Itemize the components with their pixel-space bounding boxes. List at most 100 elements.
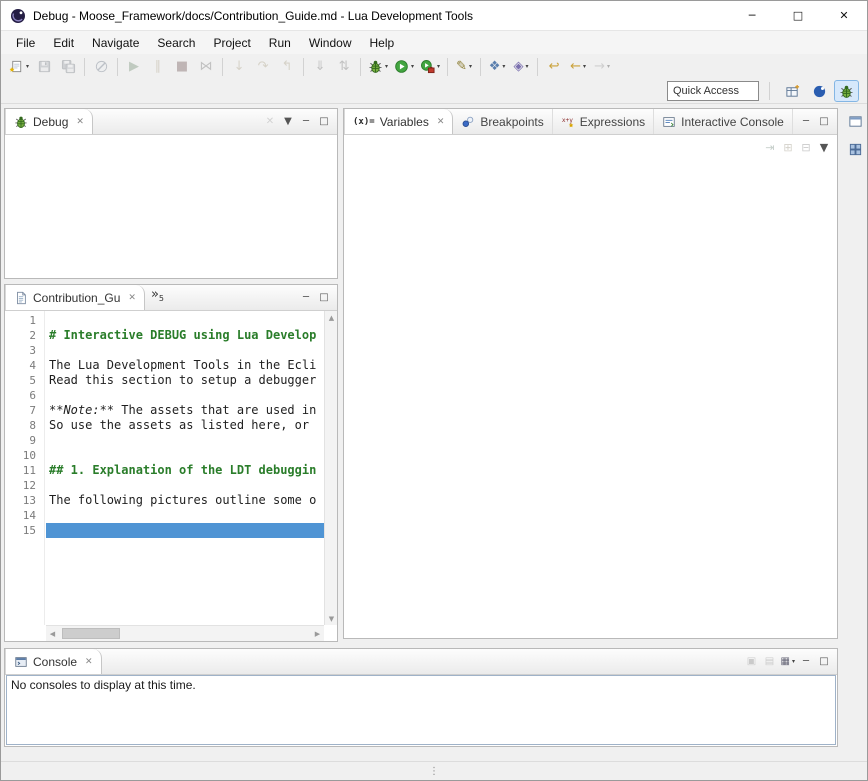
editor-vertical-scrollbar[interactable]: ▲ ▼ <box>324 311 337 625</box>
pin-console-button[interactable]: ▣ <box>743 653 761 671</box>
show-type-names-button[interactable]: ⇥ <box>761 138 779 156</box>
window-maximize-button[interactable]: □ <box>775 1 821 30</box>
line-number[interactable]: 14 <box>5 508 44 523</box>
dropdown-arrow-icon[interactable]: ▾ <box>502 63 505 70</box>
line-number[interactable]: 9 <box>5 433 44 448</box>
back-button[interactable]: ←▾ <box>567 56 589 78</box>
tab-breakpoints[interactable]: Breakpoints <box>453 109 552 134</box>
mark-occurrences-button[interactable]: ✎▾ <box>453 56 475 78</box>
suspend-button[interactable]: ∥ <box>147 56 169 78</box>
window-minimize-button[interactable]: ─ <box>729 1 775 30</box>
debug-button[interactable]: ▾ <box>366 56 390 78</box>
disconnect-button[interactable]: ⋈ <box>195 56 217 78</box>
collapse-all-button[interactable]: ⊟ <box>797 138 815 156</box>
code-line-1[interactable] <box>46 313 324 328</box>
dropdown-arrow-icon[interactable]: ▾ <box>792 658 795 665</box>
display-selected-console-button[interactable]: ▤ <box>761 653 779 671</box>
view-menu-button[interactable]: ▼ <box>279 113 297 131</box>
drop-to-frame-button[interactable]: ⇓ <box>309 56 331 78</box>
save-button[interactable] <box>33 56 55 78</box>
menu-project[interactable]: Project <box>204 33 259 53</box>
forward-button[interactable]: →▾ <box>591 56 613 78</box>
external-tools-button[interactable]: ▾ <box>418 56 442 78</box>
line-number[interactable]: 13 <box>5 493 44 508</box>
scroll-up-icon[interactable]: ▲ <box>325 311 338 324</box>
tab-interactive-console[interactable]: Interactive Console <box>654 109 793 134</box>
minimize-button[interactable]: ─ <box>797 113 815 131</box>
tab-expressions[interactable]: Expressions <box>553 109 654 134</box>
code-line-11[interactable]: ## 1. Explanation of the LDT debuggin <box>46 463 324 478</box>
new-lua-file-button[interactable]: ❖▾ <box>486 56 508 78</box>
menu-edit[interactable]: Edit <box>44 33 83 53</box>
tab-variables[interactable]: (x)=Variables✕ <box>344 109 453 134</box>
code-line-6[interactable] <box>46 388 324 403</box>
scroll-left-icon[interactable]: ◀ <box>46 627 59 640</box>
dropdown-arrow-icon[interactable]: ▾ <box>607 63 610 70</box>
line-number[interactable]: 3 <box>5 343 44 358</box>
lua-perspective-button[interactable] <box>807 80 832 102</box>
minimize-button[interactable]: ─ <box>297 289 315 307</box>
code-line-10[interactable] <box>46 448 324 463</box>
code-line-12[interactable] <box>46 478 324 493</box>
line-number[interactable]: 10 <box>5 448 44 463</box>
quick-access-input[interactable]: Quick Access <box>667 81 759 101</box>
show-logical-structures-button[interactable]: ⊞ <box>779 138 797 156</box>
code-line-13[interactable]: The following pictures outline some o <box>46 493 324 508</box>
skip-all-breakpoints-button[interactable] <box>90 56 112 78</box>
use-step-filters-button[interactable]: ⇅ <box>333 56 355 78</box>
line-number-ruler[interactable]: 123456789101112131415 <box>5 311 45 625</box>
tab-close-icon[interactable]: ✕ <box>128 293 136 303</box>
dropdown-arrow-icon[interactable]: ▾ <box>26 63 29 70</box>
menu-navigate[interactable]: Navigate <box>83 33 148 53</box>
maximize-button[interactable]: □ <box>315 289 333 307</box>
scrollbar-thumb[interactable] <box>62 628 120 639</box>
tab-contribution-guide[interactable]: Contribution_Gu ✕ <box>5 285 145 310</box>
code-line-3[interactable] <box>46 343 324 358</box>
minimize-button[interactable]: ─ <box>297 113 315 131</box>
scroll-right-icon[interactable]: ▶ <box>311 627 324 640</box>
line-number[interactable]: 11 <box>5 463 44 478</box>
step-into-button[interactable]: ↓ <box>228 56 250 78</box>
menu-window[interactable]: Window <box>300 33 361 53</box>
new-wizard-button[interactable]: ▾ <box>7 56 31 78</box>
open-console-button[interactable]: ▦▾ <box>779 653 797 671</box>
minimize-button[interactable]: ─ <box>797 653 815 671</box>
line-number[interactable]: 8 <box>5 418 44 433</box>
dropdown-arrow-icon[interactable]: ▾ <box>469 63 472 70</box>
resize-grip[interactable]: ⋮ <box>429 766 439 777</box>
code-line-7[interactable]: **Note:** The assets that are used in <box>46 403 324 418</box>
scroll-down-icon[interactable]: ▼ <box>325 612 338 625</box>
tab-close-icon[interactable]: ✕ <box>76 117 84 127</box>
step-return-button[interactable]: ↰ <box>276 56 298 78</box>
maximize-button[interactable]: □ <box>815 113 833 131</box>
editor-code-area[interactable]: # Interactive DEBUG using Lua DevelopThe… <box>46 311 324 625</box>
open-perspective-button[interactable] <box>780 80 805 102</box>
dropdown-arrow-icon[interactable]: ▾ <box>411 63 414 70</box>
code-line-14[interactable] <box>46 508 324 523</box>
menu-help[interactable]: Help <box>361 33 404 53</box>
menu-run[interactable]: Run <box>260 33 300 53</box>
line-number[interactable]: 5 <box>5 373 44 388</box>
code-line-4[interactable]: The Lua Development Tools in the Ecli <box>46 358 324 373</box>
restore-minimized-view-button[interactable] <box>844 110 866 132</box>
tab-close-icon[interactable]: ✕ <box>437 117 445 127</box>
maximize-button[interactable]: □ <box>315 113 333 131</box>
menu-file[interactable]: File <box>7 33 44 53</box>
resume-button[interactable]: ▶ <box>123 56 145 78</box>
run-button[interactable]: ▾ <box>392 56 416 78</box>
code-line-8[interactable]: So use the assets as listed here, or <box>46 418 324 433</box>
view-menu-button[interactable]: ▼ <box>815 138 833 156</box>
line-number[interactable]: 2 <box>5 328 44 343</box>
line-number[interactable]: 1 <box>5 313 44 328</box>
line-number[interactable]: 6 <box>5 388 44 403</box>
remove-all-terminated-button[interactable]: ✕ <box>261 113 279 131</box>
line-number[interactable]: 7 <box>5 403 44 418</box>
minimized-view-stack-button[interactable] <box>844 138 866 160</box>
line-number[interactable]: 12 <box>5 478 44 493</box>
dropdown-arrow-icon[interactable]: ▾ <box>583 63 586 70</box>
code-line-15[interactable] <box>46 523 324 538</box>
line-number[interactable]: 4 <box>5 358 44 373</box>
menu-search[interactable]: Search <box>148 33 204 53</box>
code-line-9[interactable] <box>46 433 324 448</box>
dropdown-arrow-icon[interactable]: ▾ <box>385 63 388 70</box>
